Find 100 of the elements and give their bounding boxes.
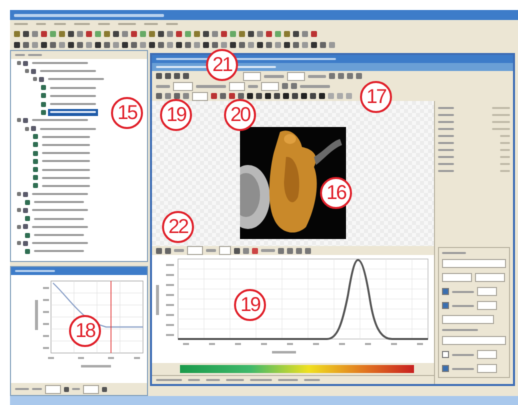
illegible-label: [34, 234, 84, 236]
checkbox[interactable]: [442, 365, 449, 372]
illegible-label: [174, 249, 184, 252]
tree-item[interactable]: [46, 76, 106, 83]
illegible-label: [42, 176, 90, 179]
tree-item[interactable]: [30, 206, 90, 214]
tree-item[interactable]: [40, 133, 92, 140]
tree-item[interactable]: [38, 68, 98, 75]
illegible-label: [42, 168, 90, 171]
checkbox[interactable]: [442, 302, 449, 309]
node-icon: [33, 142, 38, 148]
input-field[interactable]: [219, 246, 231, 255]
illegible-label: [156, 285, 159, 315]
node-icon: [41, 93, 46, 98]
node-icon: [33, 150, 38, 156]
illegible-label: [248, 84, 258, 88]
spin-icon[interactable]: [64, 386, 69, 392]
tree-item[interactable]: [40, 166, 92, 174]
tree-item[interactable]: [40, 141, 92, 148]
illegible-label: [81, 365, 111, 368]
illegible-label: [35, 300, 38, 330]
illegible-label: [50, 86, 96, 89]
node-icon: [23, 60, 28, 66]
node-icon: [33, 134, 38, 140]
illegible-label: [50, 111, 96, 114]
illegible-label: [32, 119, 88, 122]
illegible-label: [32, 242, 88, 244]
expander-icon[interactable]: [17, 241, 21, 246]
expander-icon[interactable]: [17, 192, 21, 196]
tree-item[interactable]: [48, 100, 98, 108]
tree-item[interactable]: [40, 174, 92, 182]
node-icon: [41, 85, 46, 90]
tree-item[interactable]: [40, 182, 92, 190]
node-icon: [33, 175, 38, 180]
input-field[interactable]: [187, 246, 203, 255]
tree-item[interactable]: [48, 92, 98, 100]
node-icon: [23, 118, 28, 123]
input-field[interactable]: [475, 273, 505, 282]
node-icon: [39, 76, 44, 82]
node-icon: [31, 68, 36, 74]
tree-item[interactable]: [38, 125, 98, 132]
input-field[interactable]: [477, 350, 497, 359]
input-field[interactable]: [442, 273, 472, 282]
checkbox[interactable]: [442, 288, 449, 295]
node-icon: [33, 158, 38, 164]
illegible-label: [34, 218, 84, 220]
expander-icon[interactable]: [17, 224, 21, 229]
illegible-label: [272, 351, 296, 354]
input-field[interactable]: [287, 72, 305, 80]
input-field[interactable]: [261, 82, 279, 90]
tree-item[interactable]: [40, 150, 92, 157]
illegible-label: [40, 128, 96, 130]
illegible-label: [42, 152, 90, 154]
illegible-label: [32, 209, 88, 212]
input-field[interactable]: [192, 92, 208, 100]
input-field[interactable]: [442, 315, 494, 324]
spin-icon[interactable]: [102, 386, 107, 392]
illegible-label: [48, 78, 104, 80]
input-field[interactable]: [442, 336, 506, 345]
tree-item[interactable]: [30, 190, 90, 198]
node-icon: [41, 102, 46, 107]
input-field[interactable]: [477, 364, 497, 373]
illegible-label: [32, 226, 88, 228]
checkbox[interactable]: [442, 351, 449, 358]
tree-item[interactable]: [48, 108, 98, 116]
tree-item[interactable]: [32, 215, 86, 222]
tree-item[interactable]: [32, 248, 86, 255]
input-field[interactable]: [477, 301, 497, 310]
illegible-label: [206, 249, 216, 252]
illegible-label: [156, 84, 170, 88]
tree-item[interactable]: [30, 240, 90, 247]
node-icon: [31, 126, 36, 132]
tree-item[interactable]: [30, 60, 90, 67]
axis-labels: [166, 264, 174, 336]
input-field[interactable]: [442, 259, 506, 268]
illegible-label: [300, 84, 330, 88]
node-icon: [23, 224, 28, 230]
illegible-label: [34, 201, 84, 204]
input-field[interactable]: [229, 82, 245, 90]
illegible-label: [264, 74, 284, 78]
tree-item[interactable]: [32, 198, 86, 206]
tree-item[interactable]: [30, 223, 90, 230]
node-icon: [25, 232, 30, 238]
illegible-label: [42, 160, 90, 162]
expander-icon[interactable]: [17, 208, 21, 212]
node-icon: [25, 248, 30, 254]
node-icon: [33, 167, 38, 172]
input-field[interactable]: [243, 72, 261, 80]
input-field[interactable]: [477, 287, 497, 296]
tree-item[interactable]: [32, 232, 86, 239]
tree-item[interactable]: [40, 158, 92, 165]
input-field[interactable]: [173, 82, 193, 90]
tree-item[interactable]: [48, 84, 98, 92]
illegible-label: [196, 84, 226, 88]
node-icon: [25, 200, 30, 205]
tree-item[interactable]: [30, 116, 90, 124]
input-field[interactable]: [45, 384, 61, 394]
input-field[interactable]: [83, 384, 99, 394]
illegible-label: [32, 62, 88, 64]
illegible-label: [42, 144, 90, 146]
